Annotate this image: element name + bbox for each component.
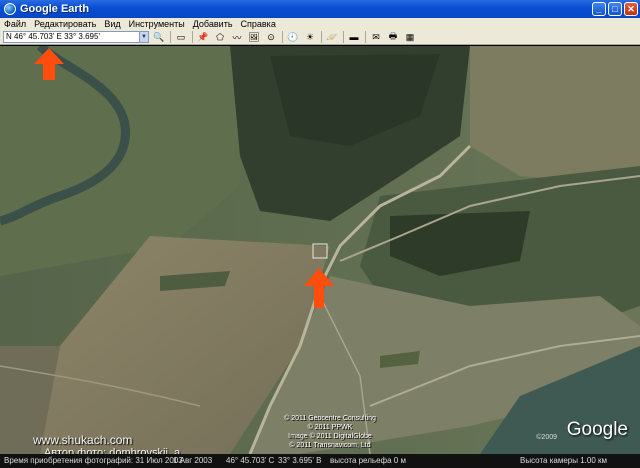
imagery-date: Время приобретения фотографий: 31 Июл 20… <box>4 456 183 465</box>
toolbar: N 46° 45.703' E 33° 3.695' ▼ 🔍 ▭ 📌 ⬠ 〰 🖼… <box>0 30 640 45</box>
logo-year: ©2009 <box>536 434 557 441</box>
menu-add[interactable]: Добавить <box>189 18 237 30</box>
search-input-value: N 46° 45.703' E 33° 3.695' <box>6 32 100 41</box>
image-overlay-icon[interactable]: 🖼 <box>247 31 261 43</box>
close-button[interactable]: ✕ <box>624 2 638 16</box>
elevation-readout: высота рельефа 0 м <box>330 456 406 465</box>
toolbar-divider <box>170 31 171 43</box>
up-arrow-annotation <box>34 48 64 80</box>
toolbar-divider <box>192 31 193 43</box>
credit-line: © 2011 Transnavicom, Ltd <box>289 442 371 449</box>
toolbar-divider <box>282 31 283 43</box>
chevron-down-icon[interactable]: ▼ <box>139 32 148 42</box>
window-title: Google Earth <box>20 3 90 15</box>
window-controls: _ □ ✕ <box>592 2 638 16</box>
satellite-imagery <box>0 46 640 454</box>
toolbar-divider <box>343 31 344 43</box>
email-icon[interactable]: ✉ <box>369 31 383 43</box>
path-icon[interactable]: 〰 <box>230 31 244 43</box>
placemark-icon[interactable]: 📌 <box>196 31 210 43</box>
google-earth-app-icon <box>4 3 16 15</box>
menu-view[interactable]: Вид <box>100 18 124 30</box>
sunlight-icon[interactable]: ☀ <box>303 31 317 43</box>
google-logo: Google <box>566 419 628 440</box>
print-icon[interactable]: 🖶 <box>386 31 400 43</box>
polygon-icon[interactable]: ⬠ <box>213 31 227 43</box>
toolbar-divider <box>365 31 366 43</box>
map-view[interactable] <box>0 46 640 454</box>
menu-bar: Файл Редактировать Вид Инструменты Добав… <box>0 18 640 30</box>
latitude-readout: 46° 45.703' С <box>226 456 275 465</box>
search-input[interactable]: N 46° 45.703' E 33° 3.695' ▼ <box>3 31 149 43</box>
longitude-readout: 33° 3.695' В <box>278 456 322 465</box>
menu-edit[interactable]: Редактировать <box>30 18 100 30</box>
menu-file[interactable]: Файл <box>0 18 30 30</box>
eye-altitude-readout: Высота камеры 1.00 км <box>520 456 607 465</box>
sidebar-toggle-icon[interactable]: ▭ <box>174 31 188 43</box>
imagery-credits: © 2011 Geocentre Consulting © 2011 PPWK … <box>270 414 390 450</box>
menu-tools[interactable]: Инструменты <box>125 18 189 30</box>
menu-help[interactable]: Справка <box>237 18 280 30</box>
planet-icon[interactable]: 🪐 <box>325 31 339 43</box>
credit-line: © 2011 PPWK <box>307 424 353 431</box>
maps-icon[interactable]: ▦ <box>403 31 417 43</box>
historical-imagery-icon[interactable]: 🕘 <box>286 31 300 43</box>
title-bar: Google Earth _ □ ✕ <box>0 0 640 18</box>
credit-line: © 2011 Geocentre Consulting <box>284 415 376 422</box>
site-watermark: www.shukach.com <box>33 433 133 447</box>
search-icon[interactable]: 🔍 <box>152 31 166 43</box>
minimize-button[interactable]: _ <box>592 2 606 16</box>
status-bar: Время приобретения фотографий: 31 Июл 20… <box>0 454 640 468</box>
tour-icon[interactable]: ⊙ <box>264 31 278 43</box>
toolbar-divider <box>321 31 322 43</box>
maximize-button[interactable]: □ <box>608 2 622 16</box>
credit-line: Image © 2011 DigitalGlobe <box>288 433 372 440</box>
ruler-icon[interactable]: ▬ <box>347 31 361 43</box>
up-arrow-annotation <box>304 268 334 308</box>
imagery-date-range: 1 Авг 2003 <box>173 456 213 465</box>
